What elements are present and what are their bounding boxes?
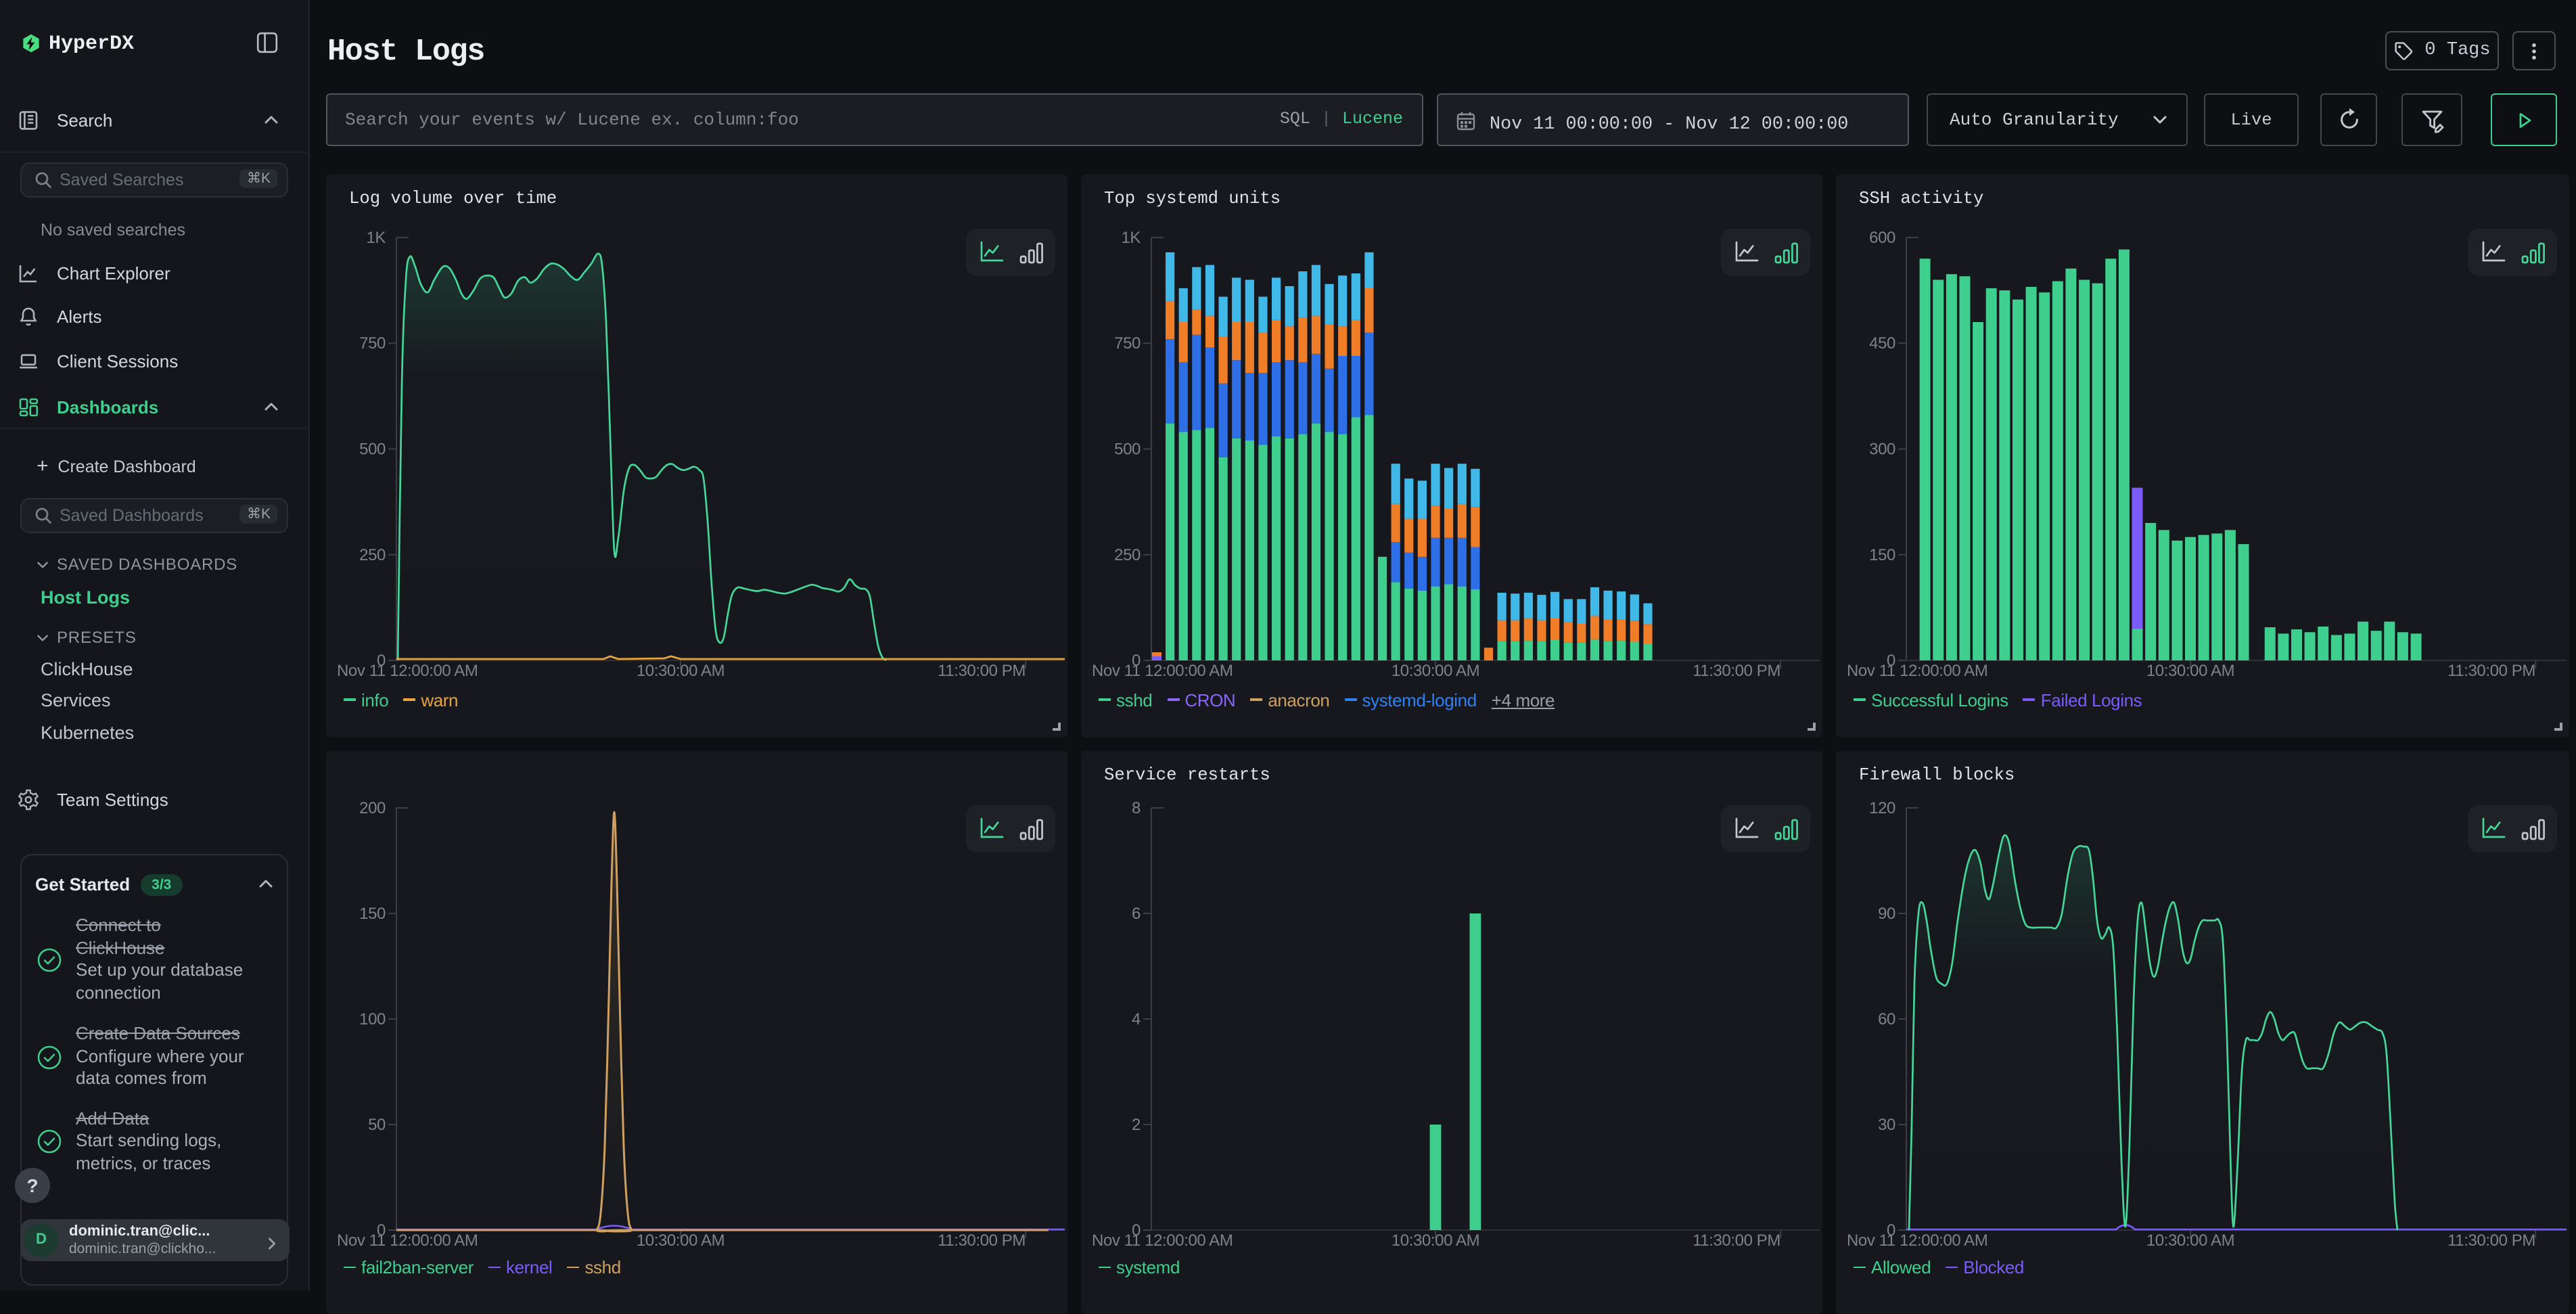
svg-text:11:30:00 PM: 11:30:00 PM	[938, 1231, 1026, 1250]
svg-text:100: 100	[359, 1010, 386, 1028]
svg-text:600: 600	[1869, 229, 1895, 247]
svg-text:Nov 11 12:00:00 AM: Nov 11 12:00:00 AM	[1092, 662, 1233, 680]
svg-text:11:30:00 PM: 11:30:00 PM	[1693, 662, 1780, 680]
svg-text:450: 450	[1869, 334, 1895, 353]
svg-text:1K: 1K	[366, 229, 386, 247]
svg-text:10:30:00 AM: 10:30:00 AM	[1392, 662, 1479, 680]
svg-text:11:30:00 PM: 11:30:00 PM	[1693, 1231, 1780, 1250]
svg-text:10:30:00 AM: 10:30:00 AM	[637, 1231, 724, 1250]
svg-text:Nov 11 12:00:00 AM: Nov 11 12:00:00 AM	[1847, 1231, 1988, 1250]
svg-text:Nov 11 12:00:00 AM: Nov 11 12:00:00 AM	[1092, 1231, 1233, 1250]
svg-text:300: 300	[1869, 440, 1895, 459]
svg-text:1K: 1K	[1121, 229, 1141, 247]
svg-text:4: 4	[1132, 1010, 1141, 1028]
svg-text:10:30:00 AM: 10:30:00 AM	[1392, 1231, 1479, 1250]
svg-text:200: 200	[359, 799, 386, 817]
svg-text:6: 6	[1132, 905, 1141, 923]
svg-text:750: 750	[359, 334, 386, 353]
svg-text:250: 250	[1114, 546, 1141, 564]
svg-text:750: 750	[1114, 334, 1141, 353]
svg-text:30: 30	[1878, 1116, 1895, 1134]
svg-text:2: 2	[1132, 1116, 1141, 1134]
svg-text:60: 60	[1878, 1010, 1895, 1028]
svg-text:10:30:00 AM: 10:30:00 AM	[2146, 1231, 2234, 1250]
svg-text:250: 250	[359, 546, 386, 564]
svg-text:8: 8	[1132, 799, 1141, 817]
svg-text:500: 500	[359, 440, 386, 459]
svg-text:90: 90	[1878, 905, 1895, 923]
svg-text:50: 50	[368, 1116, 386, 1134]
svg-text:Nov 11 12:00:00 AM: Nov 11 12:00:00 AM	[337, 662, 478, 680]
svg-text:10:30:00 AM: 10:30:00 AM	[2146, 662, 2234, 680]
svg-text:150: 150	[1869, 546, 1895, 564]
svg-text:11:30:00 PM: 11:30:00 PM	[2447, 1231, 2535, 1250]
svg-text:500: 500	[1114, 440, 1141, 459]
svg-text:11:30:00 PM: 11:30:00 PM	[938, 662, 1026, 680]
svg-text:Nov 11 12:00:00 AM: Nov 11 12:00:00 AM	[337, 1231, 478, 1250]
svg-text:10:30:00 AM: 10:30:00 AM	[637, 662, 724, 680]
svg-text:Nov 11 12:00:00 AM: Nov 11 12:00:00 AM	[1847, 662, 1988, 680]
svg-text:120: 120	[1869, 799, 1895, 817]
svg-text:150: 150	[359, 905, 386, 923]
svg-text:11:30:00 PM: 11:30:00 PM	[2447, 662, 2535, 680]
